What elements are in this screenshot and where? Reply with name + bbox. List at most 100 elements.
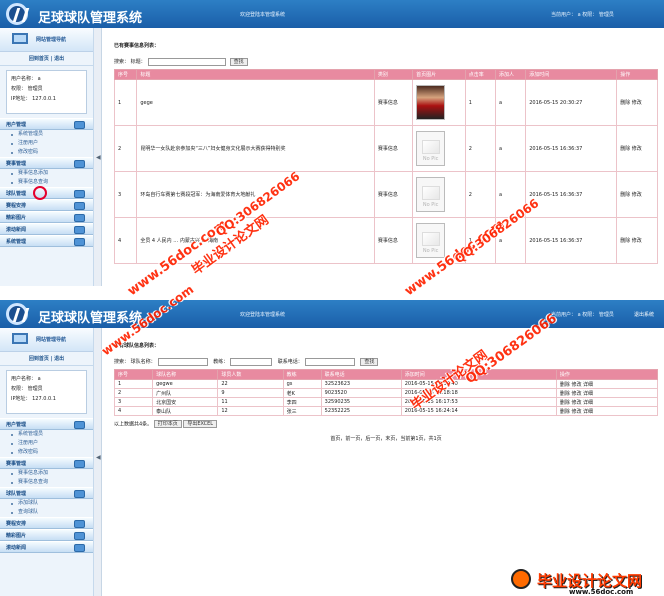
title-search-input[interactable]	[147, 57, 226, 66]
nav-label: 球队管理	[6, 491, 27, 497]
table-cell[interactable]: 删除 修改 详细	[555, 397, 659, 407]
nav-category[interactable]: 用户管理	[0, 418, 93, 430]
table-header: 球员人数	[217, 369, 284, 380]
no-pic-label: No Pic	[422, 248, 439, 254]
table-cell: 2016-05-15 16:36:37	[525, 217, 618, 264]
sidebar-header: 网站管理导航	[0, 328, 93, 352]
search-button[interactable]: 查找	[360, 357, 379, 366]
table-header: 点击率	[464, 69, 496, 80]
table-cell[interactable]: 删除 修改	[616, 217, 658, 264]
nav-category[interactable]: 球队管理	[0, 487, 93, 499]
home-logout-links[interactable]: 回到首页 | 退出	[0, 352, 93, 366]
news-row: 3 环岛自行车赛第七赛段冠军：为海南爱体育大地献礼 赛事信息 No Pic 2 a 2016…	[113, 171, 658, 218]
data-summary: 以上数据共4条。 打印本页 导出EXCEL	[114, 420, 658, 428]
table-header: 添加时间	[525, 69, 618, 80]
nav-category[interactable]: 赛程安排	[0, 199, 93, 211]
nav-category[interactable]: 系统管理	[0, 235, 93, 247]
nav-label: 用户管理	[6, 422, 27, 428]
welcome-text: 欢迎登陆本管理系统	[240, 312, 286, 318]
nav-label: 修改密码	[18, 449, 39, 455]
no-pic-label: No Pic	[422, 156, 439, 162]
nav-category[interactable]: 精彩图片	[0, 529, 93, 541]
table-cell: 11	[217, 397, 284, 407]
nav-subitem[interactable]: 赛事信息查询	[0, 178, 93, 187]
search-button[interactable]: 查找	[229, 57, 248, 66]
nav-subitem[interactable]: 注册用户	[0, 139, 93, 148]
table-cell[interactable]: 删除 修改 详细	[555, 388, 659, 398]
nav-category[interactable]: 赛事管理	[0, 457, 93, 469]
sidebar-toggle[interactable]: ◀	[94, 28, 102, 286]
phone-search-input[interactable]	[304, 357, 355, 366]
logout-link[interactable]: 退出系统	[634, 311, 654, 318]
table-header: 序号	[113, 369, 154, 380]
nav-label: 赛程安排	[6, 203, 27, 209]
nav-subitem[interactable]: 查询球队	[0, 508, 93, 517]
table-header: 标题	[136, 69, 375, 80]
sidebar-toggle[interactable]: ◀	[94, 328, 102, 596]
no-picture-placeholder: No Pic	[416, 223, 446, 258]
nav-category[interactable]: 滚动新闻	[0, 541, 93, 553]
coach-search-input[interactable]	[230, 357, 273, 366]
table-cell[interactable]: 删除 修改	[616, 79, 658, 126]
nav-subitem[interactable]: 注册用户	[0, 439, 93, 448]
nav-label: 球队管理	[6, 191, 27, 197]
nav-category[interactable]: 赛事管理	[0, 157, 93, 169]
nav-subitem[interactable]: 系统管理员	[0, 430, 93, 439]
table-cell: 赛事信息	[373, 125, 414, 172]
table-cell[interactable]: 删除 修改	[616, 125, 658, 172]
nav-category[interactable]: 精彩图片	[0, 211, 93, 223]
nav-category[interactable]: 赛程安排	[0, 517, 93, 529]
nav-label: 精彩图片	[6, 215, 27, 221]
table-cell[interactable]: 删除 修改 详细	[555, 379, 659, 389]
category-icon	[74, 190, 85, 198]
nav-category[interactable]: 滚动新闻	[0, 223, 93, 235]
nav-subitem[interactable]: 赛事信息添加	[0, 469, 93, 478]
category-icon	[74, 160, 85, 168]
export-excel-button[interactable]: 导出EXCEL	[183, 420, 218, 428]
nav-subitem[interactable]: 修改密码	[0, 448, 93, 457]
team-row: 2 广州队 9 老K 9023520 2016-05-15 16:18:18 删除 修改 详…	[113, 388, 659, 398]
main-content: 已有球队信息列表： 搜索： 球队名称： 教练： 联系电话： 查找 序号 球队名称球…	[113, 342, 659, 442]
sidebar-title: 网站管理导航	[36, 337, 67, 343]
top-header: 足球球队管理系统 欢迎登陆本管理系统 当前用户： a 权限： 管理员	[0, 0, 664, 28]
coach-search-label: 教练：	[213, 359, 229, 365]
nav-label: 添加球队	[18, 500, 39, 506]
print-button[interactable]: 打印本页	[153, 420, 182, 428]
team-name-search-input[interactable]	[157, 357, 208, 366]
nav-subitem[interactable]: 添加球队	[0, 499, 93, 508]
pagination[interactable]: 首页，前一页，后一页，末页，当前第1页，共1页	[114, 435, 658, 442]
table-header: 操作	[616, 69, 658, 80]
category-icon	[74, 520, 85, 528]
no-picture-placeholder: No Pic	[416, 177, 446, 212]
record-count: 以上数据共4条。	[114, 421, 153, 428]
table-cell: 1	[113, 79, 138, 126]
table-cell: 2	[113, 388, 154, 398]
team-admin-screen-1: 足球球队管理系统 欢迎登陆本管理系统 当前用户： a 权限： 管理员 网站管理导…	[0, 0, 664, 286]
table-header: 序号	[113, 69, 138, 80]
table-cell: 2016-05-15 20:30:27	[525, 79, 618, 126]
current-user-text: 当前用户： a 权限： 管理员	[551, 12, 614, 18]
table-header: 添加人	[494, 69, 527, 80]
nav-subitem[interactable]: 赛事信息添加	[0, 169, 93, 178]
category-icon	[74, 421, 85, 429]
table-header: 球队名称	[152, 369, 219, 380]
table-cell: a	[494, 125, 527, 172]
section-title: 已有球队信息列表：	[114, 343, 160, 349]
nav-label: 滚动新闻	[6, 545, 27, 551]
nav-subitem[interactable]: 赛事信息查询	[0, 478, 93, 487]
table-cell[interactable]: 删除 修改	[616, 171, 658, 218]
top-header: 足球球队管理系统 欢迎登陆本管理系统 当前用户： a 权限： 管理员 退出系统	[0, 300, 664, 328]
nav-label: 修改密码	[18, 149, 39, 155]
highlight-circle	[33, 186, 47, 200]
nav-subitem[interactable]: 修改密码	[0, 148, 93, 157]
category-icon	[74, 532, 85, 540]
category-icon	[74, 238, 85, 246]
role-label: 权限： 管理员	[11, 386, 43, 392]
team-search-row: 搜索： 球队名称： 教练： 联系电话： 查找	[114, 357, 658, 367]
nav-subitem[interactable]: 系统管理员	[0, 130, 93, 139]
nav-category[interactable]: 用户管理	[0, 118, 93, 130]
table-cell[interactable]: 删除 修改 详细	[555, 406, 659, 416]
nav-label: 系统管理员	[18, 431, 44, 437]
table-cell: 2016-05-15 16:36:37	[525, 125, 618, 172]
home-logout-links[interactable]: 回到首页 | 退出	[0, 52, 93, 66]
